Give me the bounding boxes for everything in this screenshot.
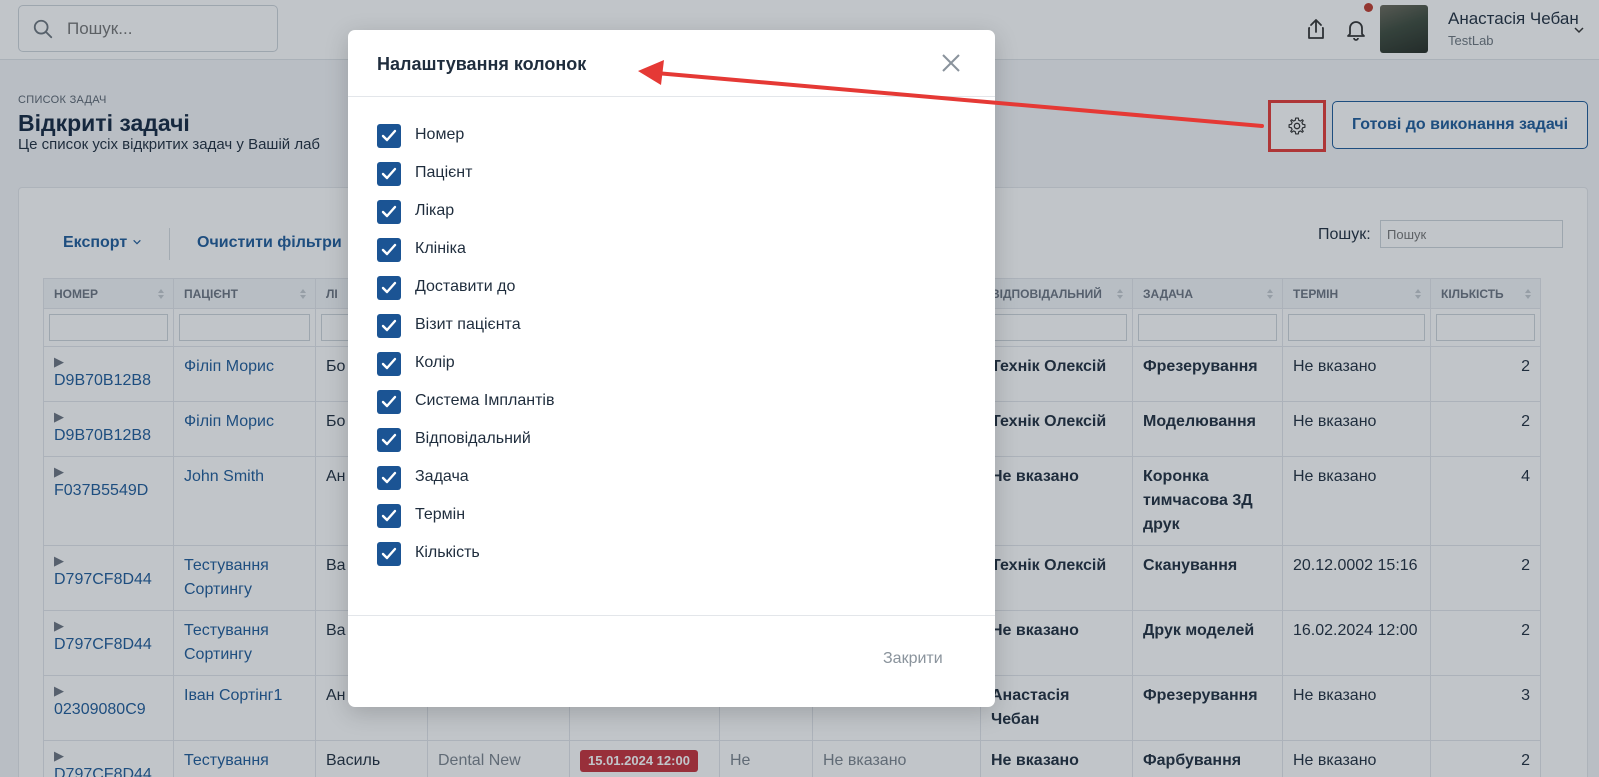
checkbox-checked[interactable] xyxy=(377,314,401,338)
check-icon xyxy=(381,281,397,294)
column-option-label: Пацієнт xyxy=(415,164,473,181)
column-option-label: Кількість xyxy=(415,544,480,561)
checkbox-checked[interactable] xyxy=(377,504,401,528)
checkbox-checked[interactable] xyxy=(377,162,401,186)
check-icon xyxy=(381,509,397,522)
checkbox-checked[interactable] xyxy=(377,390,401,414)
modal-title: Налаштування колонок xyxy=(377,54,587,74)
check-icon xyxy=(381,205,397,218)
column-option-label: Візит пацієнта xyxy=(415,316,521,333)
column-option-label: Доставити до xyxy=(415,278,516,295)
column-option-label: Колір xyxy=(415,354,455,371)
checkbox-checked[interactable] xyxy=(377,200,401,224)
checkbox-checked[interactable] xyxy=(377,466,401,490)
column-settings-modal: Налаштування колонок Номер Пацієнт Лікар… xyxy=(348,30,995,707)
column-option-label: Клініка xyxy=(415,240,466,257)
column-option-label: Номер xyxy=(415,126,465,143)
check-icon xyxy=(381,319,397,332)
close-button[interactable]: Закрити xyxy=(883,650,943,668)
checkbox-checked[interactable] xyxy=(377,352,401,376)
check-icon xyxy=(381,547,397,560)
close-icon[interactable] xyxy=(938,50,964,76)
checkbox-checked[interactable] xyxy=(377,124,401,148)
checkbox-checked[interactable] xyxy=(377,238,401,262)
check-icon xyxy=(381,433,397,446)
check-icon xyxy=(381,167,397,180)
column-option-label: Задача xyxy=(415,468,469,485)
check-icon xyxy=(381,471,397,484)
column-option-label: Відповідальний xyxy=(415,430,531,447)
check-icon xyxy=(381,357,397,370)
checkbox-checked[interactable] xyxy=(377,276,401,300)
column-option-label: Термін xyxy=(415,506,466,523)
check-icon xyxy=(381,395,397,408)
checkbox-checked[interactable] xyxy=(377,542,401,566)
modal-divider xyxy=(348,96,995,97)
check-icon xyxy=(381,243,397,256)
check-icon xyxy=(381,129,397,142)
modal-divider xyxy=(348,615,995,616)
column-option-label: Система Імплантів xyxy=(415,392,555,409)
column-option-label: Лікар xyxy=(415,202,455,219)
checkbox-checked[interactable] xyxy=(377,428,401,452)
